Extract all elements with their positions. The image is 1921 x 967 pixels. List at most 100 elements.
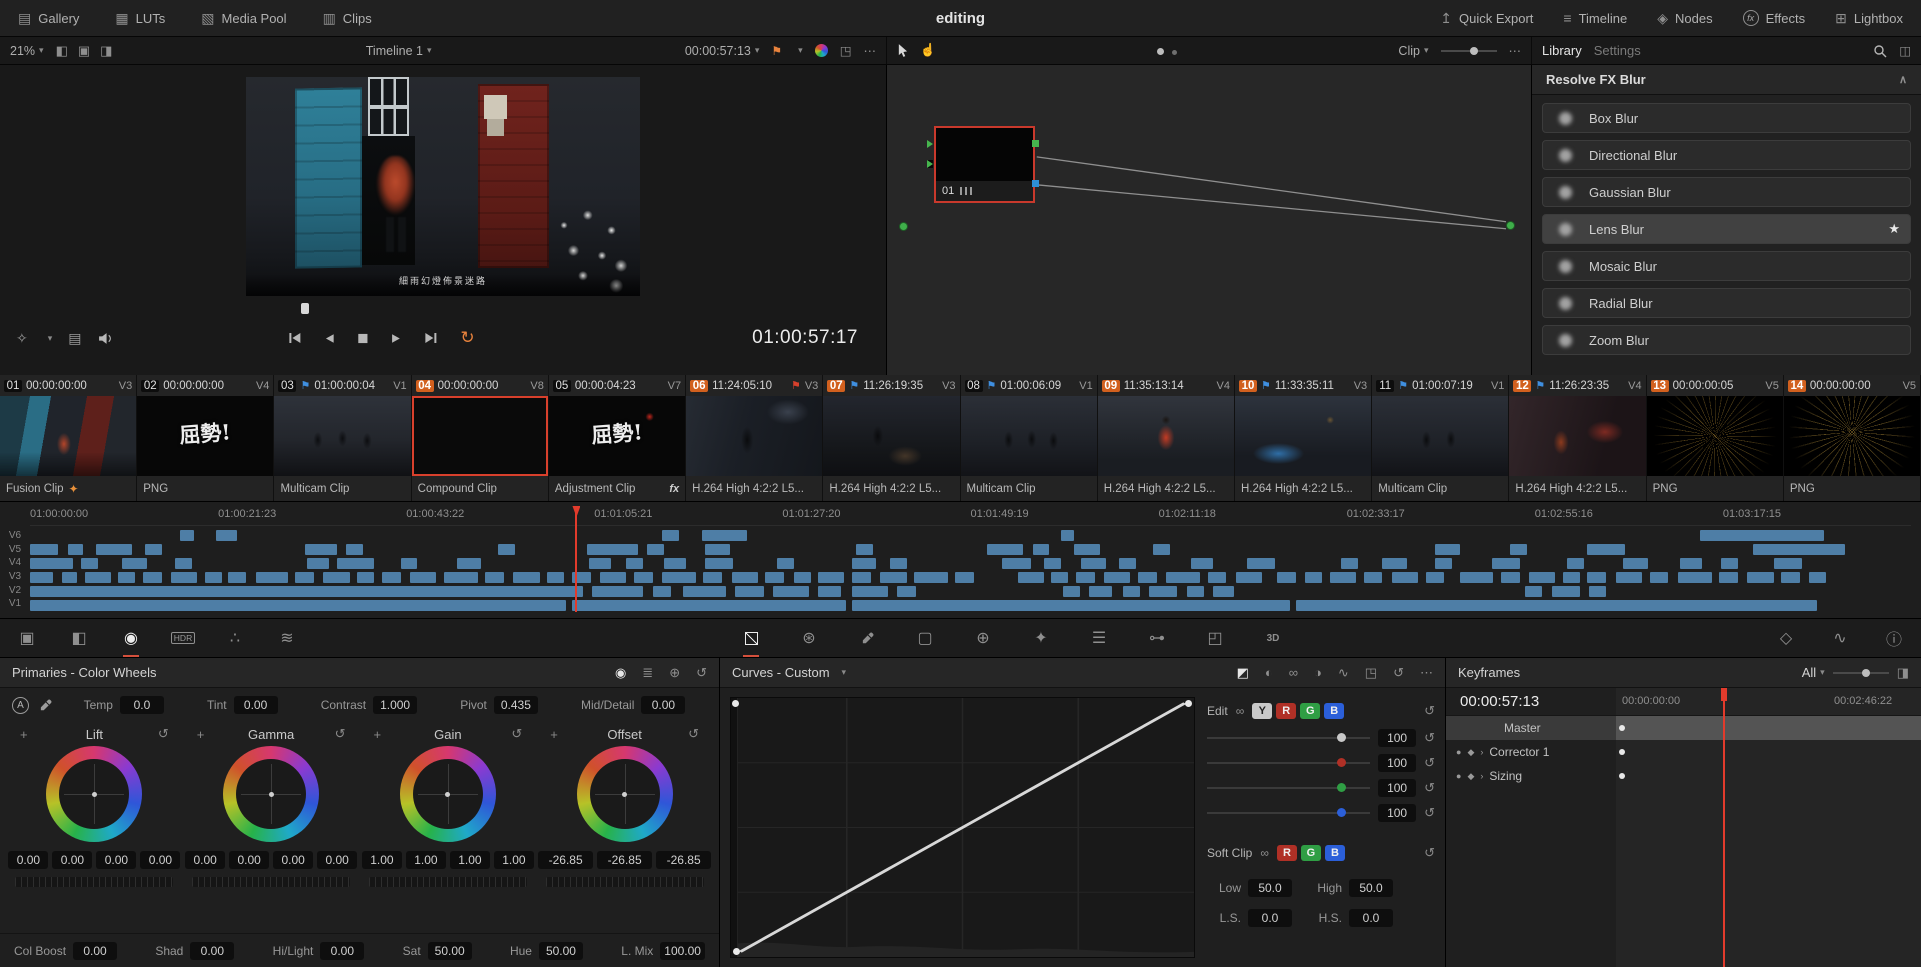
timeline-clip-segment[interactable] (410, 572, 436, 583)
timeline-area[interactable]: 01:00:00:0001:00:21:2301:00:43:2201:01:0… (30, 506, 1911, 612)
curve-point-white[interactable] (1185, 700, 1192, 707)
reset-icon[interactable]: ↺ (1393, 665, 1404, 681)
channel-g-button[interactable]: G (1300, 703, 1320, 719)
timeline-clip-segment[interactable] (1149, 586, 1177, 597)
library-section-header[interactable]: Resolve FX Blur ∧ (1532, 65, 1921, 95)
crosshair-icon[interactable]: + (550, 727, 558, 742)
reset-icon[interactable]: ↺ (688, 726, 699, 742)
timeline-clip-segment[interactable] (914, 572, 948, 583)
zoom-icon[interactable]: ⊕ (669, 665, 680, 681)
crosshair-icon[interactable]: + (197, 727, 205, 742)
chevron-right-icon[interactable]: › (1480, 771, 1483, 781)
timeline-clip-segment[interactable] (1236, 572, 1262, 583)
field-value[interactable]: 50.0 (1248, 879, 1292, 897)
wipe-modes-icon[interactable]: ▤ (68, 330, 81, 347)
curve-y-axis[interactable] (731, 698, 738, 957)
channel-r-button[interactable]: R (1276, 703, 1296, 719)
timeline-clip-segment[interactable] (897, 586, 916, 597)
keyframe-marker[interactable] (1619, 773, 1625, 779)
flag-icon[interactable]: ⚑ (771, 44, 782, 58)
timeline-clip-segment[interactable] (1166, 572, 1200, 583)
timeline-clip-segment[interactable] (634, 572, 653, 583)
clip-thumbnail[interactable] (0, 396, 136, 476)
search-icon[interactable] (1873, 44, 1887, 58)
enable-dot-icon[interactable]: ● (1456, 747, 1461, 757)
curve-point-black[interactable] (733, 948, 740, 955)
clip-thumbnail[interactable]: 屈勢! (137, 396, 273, 476)
clip-thumbnail[interactable] (823, 396, 959, 476)
timeline-clip-segment[interactable] (62, 572, 77, 583)
field-value[interactable]: 0.0 (1349, 909, 1393, 927)
timeline-clip-segment[interactable] (1076, 572, 1095, 583)
wheel-value[interactable]: -26.85 (538, 851, 593, 869)
field-value[interactable]: 0.0 (120, 696, 164, 714)
timeline-clip-segment[interactable] (1460, 572, 1494, 583)
timeline-clip-segment[interactable] (1208, 572, 1227, 583)
timeline-clip-segment[interactable] (1587, 544, 1625, 555)
timeline-clip-segment[interactable] (1680, 558, 1703, 569)
favorite-star-icon[interactable]: ★ (1888, 221, 1900, 237)
clip-07[interactable]: 07⚑11:26:19:35V3H.264 High 4:2:2 L5... (823, 375, 960, 501)
clip-06[interactable]: 0611:24:05:10⚑V3H.264 High 4:2:2 L5... (686, 375, 823, 501)
tracker-icon[interactable]: ⊕ (972, 627, 994, 649)
channel-y-button[interactable]: Y (1252, 703, 1272, 719)
clip-thumbnail[interactable] (1784, 396, 1920, 476)
reset-icon[interactable]: ↺ (511, 726, 522, 742)
clip-thumbnail[interactable] (961, 396, 1097, 476)
channel-value[interactable]: 100 (1378, 729, 1416, 747)
topbar-button-lightbox[interactable]: ⊞Lightbox (1835, 10, 1903, 27)
last-frame-button[interactable] (424, 332, 438, 344)
link-icon[interactable]: ∞ (1289, 665, 1298, 681)
channel-slider[interactable] (1207, 737, 1370, 739)
clip-02[interactable]: 0200:00:00:00V4屈勢!PNG (137, 375, 274, 501)
timeline-clip-segment[interactable] (1589, 586, 1606, 597)
rgb-input-handle[interactable] (927, 140, 933, 148)
first-frame-button[interactable] (287, 332, 301, 344)
stop-button[interactable] (357, 333, 368, 344)
timeline-clip-segment[interactable] (401, 558, 418, 569)
wheel-value[interactable]: -26.85 (597, 851, 652, 869)
soft-clip-g-button[interactable]: G (1301, 845, 1321, 861)
timeline-clip-segment[interactable] (171, 572, 197, 583)
timeline-clip-segment[interactable] (705, 558, 733, 569)
timeline-clip-segment[interactable] (1721, 558, 1738, 569)
timeline-clip-segment[interactable] (852, 572, 871, 583)
node-view-select[interactable]: Clip▾ (1398, 44, 1428, 58)
timeline-clip-segment[interactable] (85, 572, 111, 583)
timeline-clip-segment[interactable] (818, 586, 841, 597)
field-value[interactable]: 50.00 (428, 942, 472, 960)
keyframe-marker[interactable] (1619, 749, 1625, 755)
viewer-timecode-select[interactable]: 00:00:57:13▾ (685, 44, 760, 58)
timeline-clip-segment[interactable] (1753, 544, 1845, 555)
field-value[interactable]: 0.00 (320, 942, 364, 960)
timeline-select[interactable]: Timeline 1▾ (366, 44, 432, 58)
timeline-clip-segment[interactable] (705, 544, 729, 555)
timeline-clip-segment[interactable] (572, 600, 847, 611)
field-value[interactable]: 50.00 (539, 942, 583, 960)
timeline-clip-segment[interactable] (216, 530, 237, 541)
timeline-clip-segment[interactable] (457, 558, 481, 569)
wheel-value[interactable]: 0.00 (8, 851, 48, 869)
node-zoom-dots[interactable] (1157, 44, 1177, 58)
color-wheel-gamma[interactable] (223, 746, 319, 842)
timeline-clip-segment[interactable] (1435, 544, 1459, 555)
library-item-mosaic-blur[interactable]: Mosaic Blur (1542, 251, 1911, 281)
reset-icon[interactable]: ↺ (1424, 730, 1435, 746)
reset-icon[interactable]: ↺ (1424, 703, 1435, 719)
chevron-right-icon[interactable]: › (1480, 747, 1483, 757)
timeline-clip-segment[interactable] (777, 558, 794, 569)
timeline-clip-segment[interactable] (1650, 572, 1669, 583)
keyframes-playhead[interactable] (1723, 688, 1725, 967)
hdr-icon[interactable]: HDR (172, 627, 194, 649)
timeline-clip-segment[interactable] (1119, 558, 1136, 569)
viewer-scrub-bar[interactable] (0, 301, 886, 315)
timeline-clip-segment[interactable] (1616, 572, 1642, 583)
timeline-clip-segment[interactable] (1153, 544, 1170, 555)
keyframe-row-master[interactable]: Master (1446, 716, 1921, 740)
timeline-clip-segment[interactable] (444, 572, 478, 583)
field-value[interactable]: 0.435 (494, 696, 538, 714)
timeline-clip-segment[interactable] (1044, 558, 1061, 569)
timeline-clip-segment[interactable] (765, 572, 784, 583)
reset-icon[interactable]: ↺ (1424, 780, 1435, 796)
timeline-clip-segment[interactable] (1018, 572, 1044, 583)
